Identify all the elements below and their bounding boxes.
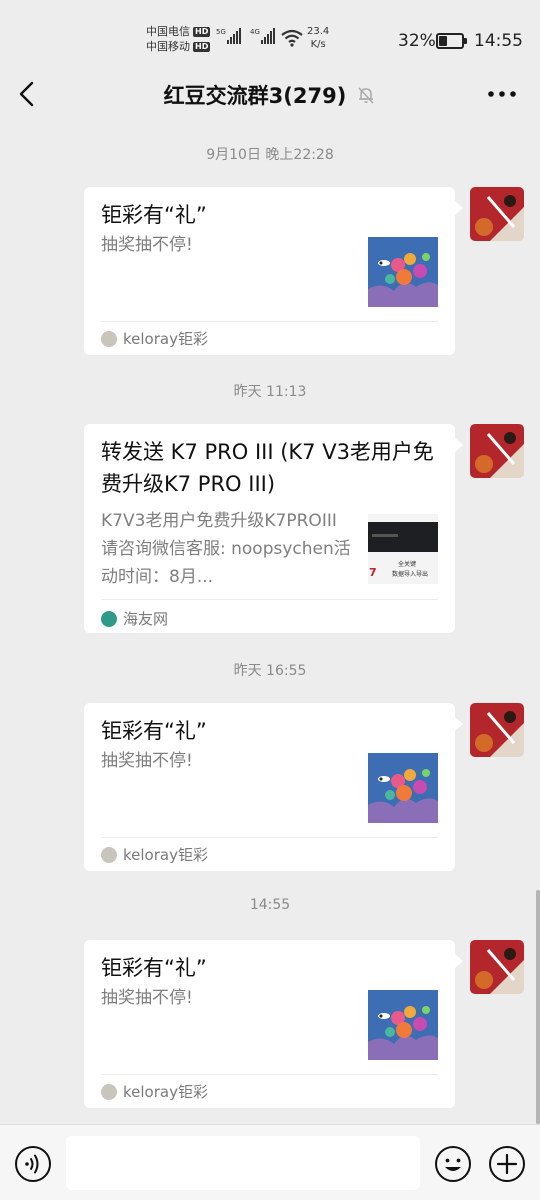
avatar[interactable]	[470, 424, 524, 478]
card-source: keloray钜彩	[101, 844, 208, 865]
message-timestamp: 14:55	[249, 897, 291, 913]
card-description: 抽奖抽不停!	[101, 235, 193, 255]
hd-badge: HD	[193, 26, 211, 37]
message-timestamp: 昨天 11:13	[233, 384, 307, 400]
signal-5g-label: 5G	[216, 28, 226, 36]
coral-reef-thumbnail	[368, 753, 438, 823]
card-title: 钜彩有“礼”	[101, 956, 207, 980]
card-source: keloray钜彩	[101, 328, 208, 349]
user-avatar-image	[470, 940, 524, 994]
card-thumbnail: 7 全关键 数据导入导出	[368, 514, 438, 584]
user-avatar-image	[470, 424, 524, 478]
card-divider	[101, 321, 438, 322]
user-avatar-image	[470, 187, 524, 241]
user-avatar-image	[470, 703, 524, 757]
card-divider	[101, 1074, 438, 1075]
battery-percent: 32%	[398, 31, 436, 51]
voice-icon	[15, 1146, 51, 1182]
card-source-name: keloray钜彩	[123, 330, 208, 348]
message-timestamp: 9月10日 晚上22:28	[206, 147, 334, 163]
status-clock: 14:55	[474, 31, 523, 51]
link-card-message[interactable]: 钜彩有“礼” 抽奖抽不停! keloray钜彩	[84, 703, 463, 871]
card-title: 钜彩有“礼”	[101, 203, 207, 227]
carrier-info: 中国电信 HD 中国移动 HD	[146, 24, 211, 54]
carrier-2-label: 中国移动	[146, 40, 190, 53]
card-thumbnail	[368, 237, 438, 307]
card-divider	[101, 599, 438, 600]
haiyou-logo-icon	[101, 610, 117, 627]
thumb-caption-2: 数据导入导出	[392, 570, 428, 578]
coral-reef-thumbnail	[368, 990, 438, 1060]
chat-title-container: 红豆交流群3(279)	[0, 80, 540, 110]
chat-header: 红豆交流群3(279)	[0, 62, 540, 126]
bell-muted-icon	[358, 87, 374, 104]
card-description: 抽奖抽不停!	[101, 751, 193, 771]
card-thumbnail	[368, 753, 438, 823]
signal-4g-label: 4G	[250, 28, 260, 36]
card-description: K7V3老用户免费升级K7PROIII请咨询微信客服: noopsychen活动…	[101, 511, 351, 587]
card-source-name: 海友网	[123, 610, 169, 628]
card-title: 钜彩有“礼”	[101, 719, 207, 743]
avatar[interactable]	[470, 703, 524, 757]
signal-4g-icon: 4G	[250, 28, 275, 44]
chat-title: 红豆交流群3(279)	[163, 84, 347, 108]
more-features-button[interactable]	[488, 1145, 526, 1183]
carrier-1-label: 中国电信	[146, 25, 190, 38]
card-thumbnail	[368, 990, 438, 1060]
card-title: 转发送 K7 PRO III (K7 V3老用户免费升级K7 PRO III)	[101, 440, 434, 496]
chat-input-bar	[0, 1124, 540, 1200]
card-description: 抽奖抽不停!	[101, 988, 193, 1008]
avatar[interactable]	[470, 187, 524, 241]
coral-reef-thumbnail	[368, 237, 438, 307]
signal-5g-icon: 5G	[216, 28, 241, 44]
svg-text:7: 7	[369, 566, 377, 579]
network-speed: 23.4 K/s	[307, 25, 329, 51]
card-source-name: keloray钜彩	[123, 1083, 208, 1101]
more-dots-icon	[488, 91, 516, 97]
emoji-icon	[435, 1146, 471, 1182]
card-source: keloray钜彩	[101, 1081, 208, 1102]
hd-badge: HD	[193, 41, 211, 52]
link-card-message[interactable]: 钜彩有“礼” 抽奖抽不停! keloray钜彩	[84, 187, 463, 355]
device-thumbnail: 7 全关键 数据导入导出	[368, 514, 438, 584]
card-divider	[101, 837, 438, 838]
plus-icon	[489, 1146, 525, 1182]
net-speed-unit: K/s	[310, 39, 326, 50]
scrollbar[interactable]	[536, 890, 540, 1124]
thumb-caption-1: 全关键	[398, 560, 416, 568]
keloray-logo-icon	[101, 846, 117, 863]
keloray-logo-icon	[101, 330, 117, 347]
link-card-message[interactable]: 钜彩有“礼” 抽奖抽不停! keloray钜彩	[84, 940, 463, 1108]
more-button[interactable]	[484, 80, 520, 108]
status-bar: 中国电信 HD 中国移动 HD 5G 4G 23.4 K/s 32% 14:55	[0, 0, 540, 62]
emoji-button[interactable]	[434, 1145, 472, 1183]
net-speed-value: 23.4	[307, 26, 330, 37]
keloray-logo-icon	[101, 1083, 117, 1100]
message-input[interactable]	[66, 1136, 420, 1190]
voice-button[interactable]	[14, 1145, 52, 1183]
avatar[interactable]	[470, 940, 524, 994]
link-card-message[interactable]: 转发送 K7 PRO III (K7 V3老用户免费升级K7 PRO III) …	[84, 424, 463, 633]
message-timestamp: 昨天 16:55	[233, 663, 307, 679]
battery-icon	[436, 33, 467, 49]
card-source-name: keloray钜彩	[123, 846, 208, 864]
wifi-icon	[281, 29, 303, 47]
card-source: 海友网	[101, 608, 168, 629]
